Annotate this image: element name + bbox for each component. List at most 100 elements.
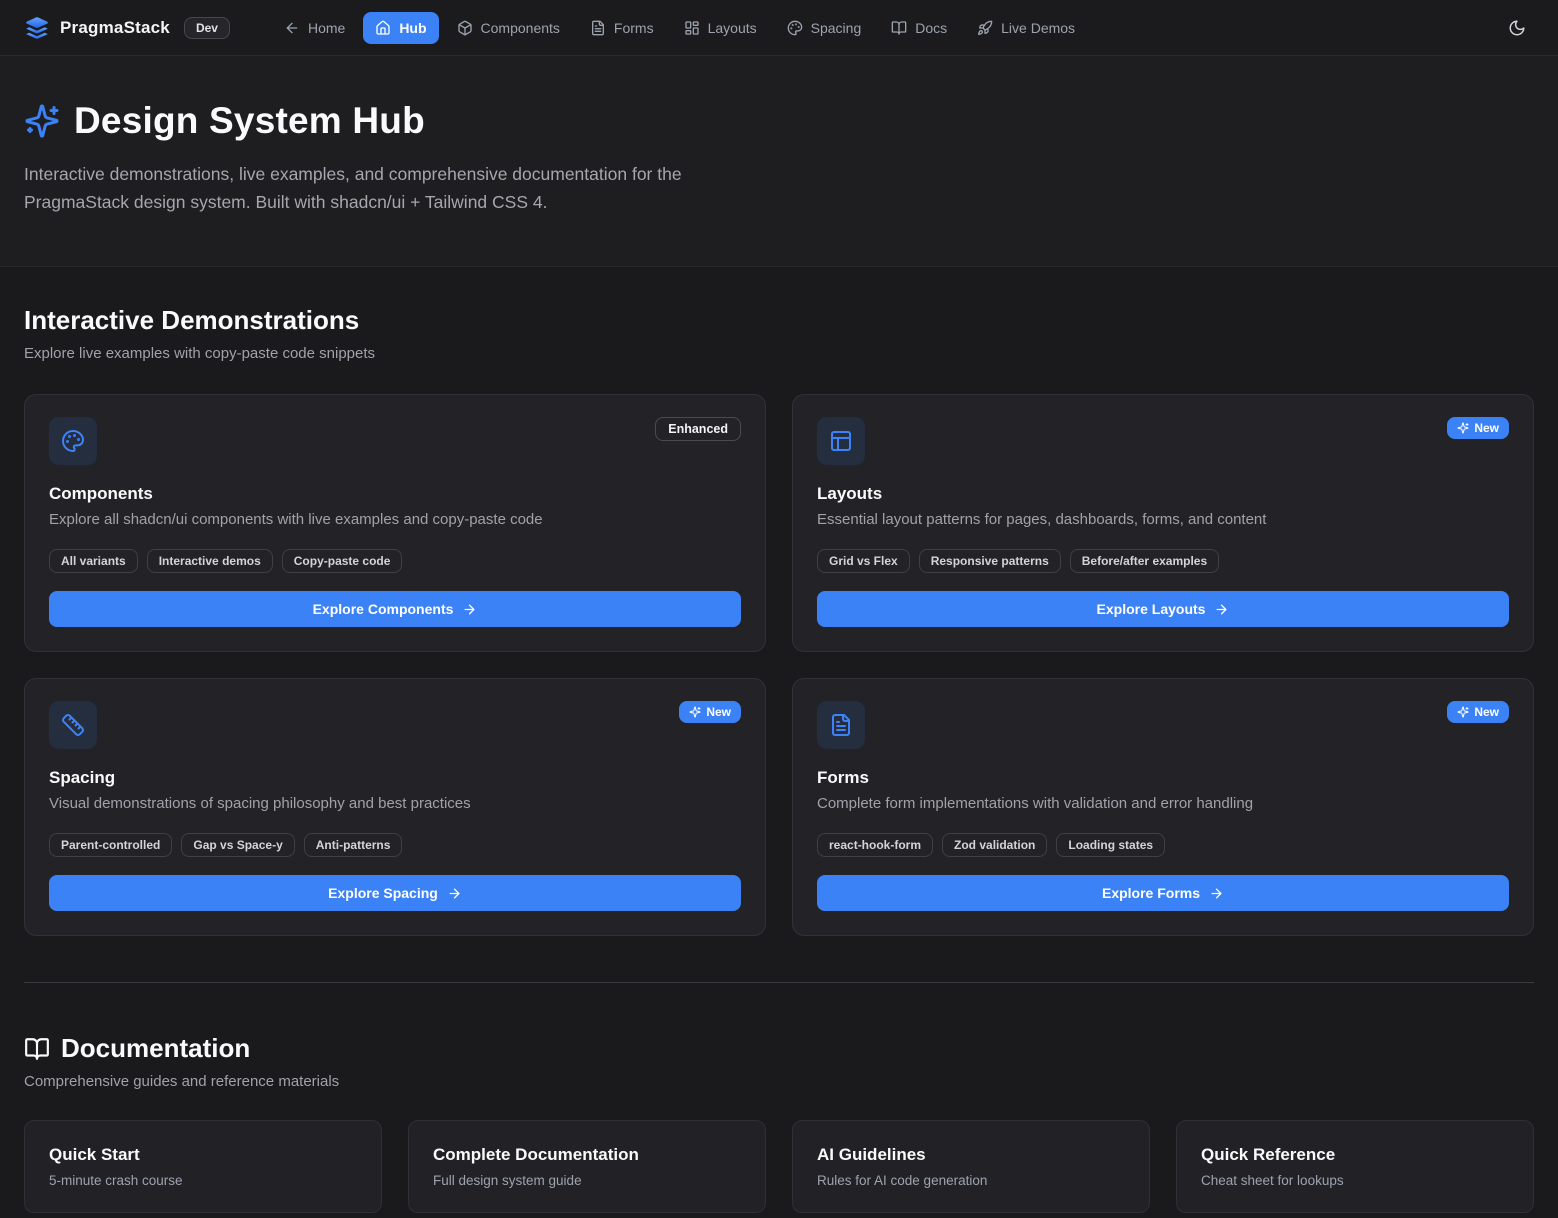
demos-subheading: Explore live examples with copy-paste co…	[24, 345, 1534, 362]
nav-item-components[interactable]: Components	[445, 12, 572, 44]
nav-item-label: Hub	[399, 20, 426, 36]
nav-item-hub[interactable]: Hub	[363, 12, 438, 44]
book-open-icon	[891, 20, 907, 36]
demo-card-spacing: New Spacing Visual demonstrations of spa…	[24, 678, 766, 936]
card-title: Spacing	[49, 768, 741, 788]
section-divider	[24, 982, 1534, 983]
nav-item-spacing[interactable]: Spacing	[775, 12, 874, 44]
card-description: Essential layout patterns for pages, das…	[817, 511, 1509, 528]
new-badge: New	[679, 701, 741, 723]
nav-item-live-demos[interactable]: Live Demos	[965, 12, 1087, 44]
layouts-icon-tile	[817, 417, 865, 465]
nav-item-label: Components	[481, 20, 560, 36]
doc-card-quick-reference[interactable]: Quick Reference Cheat sheet for lookups	[1176, 1120, 1534, 1213]
demo-card-forms: New Forms Complete form implementations …	[792, 678, 1534, 936]
doc-card-title: AI Guidelines	[817, 1145, 1125, 1165]
explore-layouts-button[interactable]: Explore Layouts	[817, 591, 1509, 627]
doc-card-description: Full design system guide	[433, 1173, 741, 1188]
hero-section: Design System Hub Interactive demonstrat…	[0, 56, 1558, 267]
top-nav: PragmaStack Dev Home Hub Components Form…	[0, 0, 1558, 56]
page-title: Design System Hub	[74, 100, 425, 142]
forms-icon-tile	[817, 701, 865, 749]
file-text-icon	[829, 713, 853, 737]
nav-item-docs[interactable]: Docs	[879, 12, 959, 44]
enhanced-badge: Enhanced	[655, 417, 741, 441]
card-description: Complete form implementations with valid…	[817, 795, 1509, 812]
nav-item-label: Layouts	[708, 20, 757, 36]
tag: Responsive patterns	[919, 549, 1061, 573]
arrow-right-icon	[1214, 602, 1229, 617]
brand[interactable]: PragmaStack Dev	[24, 15, 230, 41]
doc-card-description: 5-minute crash course	[49, 1173, 357, 1188]
doc-card-title: Quick Start	[49, 1145, 357, 1165]
button-label: Explore Components	[313, 601, 454, 617]
badge-label: New	[1474, 705, 1499, 719]
panels-top-left-icon	[829, 429, 853, 453]
nav-item-home[interactable]: Home	[272, 12, 357, 44]
palette-icon	[61, 429, 85, 453]
nav-item-label: Forms	[614, 20, 654, 36]
card-title: Components	[49, 484, 741, 504]
book-open-icon	[24, 1036, 50, 1062]
demo-card-components: Enhanced Components Explore all shadcn/u…	[24, 394, 766, 652]
tag: Grid vs Flex	[817, 549, 910, 573]
tag: Anti-patterns	[304, 833, 403, 857]
tag: Loading states	[1056, 833, 1165, 857]
doc-card-complete-documentation[interactable]: Complete Documentation Full design syste…	[408, 1120, 766, 1213]
doc-card-ai-guidelines[interactable]: AI Guidelines Rules for AI code generati…	[792, 1120, 1150, 1213]
tag: Zod validation	[942, 833, 1047, 857]
button-label: Explore Layouts	[1097, 601, 1206, 617]
sparkles-icon	[1457, 422, 1469, 434]
doc-card-title: Quick Reference	[1201, 1145, 1509, 1165]
doc-card-quick-start[interactable]: Quick Start 5-minute crash course	[24, 1120, 382, 1213]
card-description: Explore all shadcn/ui components with li…	[49, 511, 741, 528]
new-badge: New	[1447, 417, 1509, 439]
docs-subheading: Comprehensive guides and reference mater…	[24, 1073, 1534, 1090]
badge-label: New	[706, 705, 731, 719]
explore-forms-button[interactable]: Explore Forms	[817, 875, 1509, 911]
nav-item-forms[interactable]: Forms	[578, 12, 666, 44]
ruler-icon	[61, 713, 85, 737]
tag: Interactive demos	[147, 549, 273, 573]
doc-card-description: Cheat sheet for lookups	[1201, 1173, 1509, 1188]
button-label: Explore Forms	[1102, 885, 1200, 901]
palette-icon	[787, 20, 803, 36]
tag: Parent-controlled	[49, 833, 172, 857]
docs-card-grid: Quick Start 5-minute crash course Comple…	[24, 1120, 1534, 1213]
badge-label: New	[1474, 421, 1499, 435]
sparkles-icon	[24, 103, 60, 139]
brand-name: PragmaStack	[60, 18, 170, 38]
nav-item-layouts[interactable]: Layouts	[672, 12, 769, 44]
page-description: Interactive demonstrations, live example…	[24, 160, 759, 216]
demo-card-grid: Enhanced Components Explore all shadcn/u…	[24, 394, 1534, 936]
arrow-left-icon	[284, 20, 300, 36]
demo-card-layouts: New Layouts Essential layout patterns fo…	[792, 394, 1534, 652]
card-description: Visual demonstrations of spacing philoso…	[49, 795, 741, 812]
nav-item-label: Home	[308, 20, 345, 36]
tag: Before/after examples	[1070, 549, 1219, 573]
theme-toggle-button[interactable]	[1500, 11, 1534, 45]
home-icon	[375, 20, 391, 36]
nav-items: Home Hub Components Forms Layouts Spacin…	[272, 12, 1087, 44]
explore-spacing-button[interactable]: Explore Spacing	[49, 875, 741, 911]
arrow-right-icon	[1209, 886, 1224, 901]
nav-item-label: Docs	[915, 20, 947, 36]
docs-heading: Documentation	[61, 1033, 250, 1064]
nav-item-label: Spacing	[811, 20, 862, 36]
tag: Copy-paste code	[282, 549, 403, 573]
env-badge: Dev	[184, 17, 230, 39]
demos-heading: Interactive Demonstrations	[24, 305, 1534, 336]
card-title: Forms	[817, 768, 1509, 788]
tag: Gap vs Space-y	[181, 833, 294, 857]
layout-dashboard-icon	[684, 20, 700, 36]
explore-components-button[interactable]: Explore Components	[49, 591, 741, 627]
arrow-right-icon	[462, 602, 477, 617]
documentation-section: Documentation Comprehensive guides and r…	[24, 1033, 1534, 1213]
arrow-right-icon	[447, 886, 462, 901]
new-badge: New	[1447, 701, 1509, 723]
layers-logo-icon	[24, 15, 50, 41]
components-icon-tile	[49, 417, 97, 465]
sparkles-icon	[1457, 706, 1469, 718]
doc-card-title: Complete Documentation	[433, 1145, 741, 1165]
tag: All variants	[49, 549, 138, 573]
